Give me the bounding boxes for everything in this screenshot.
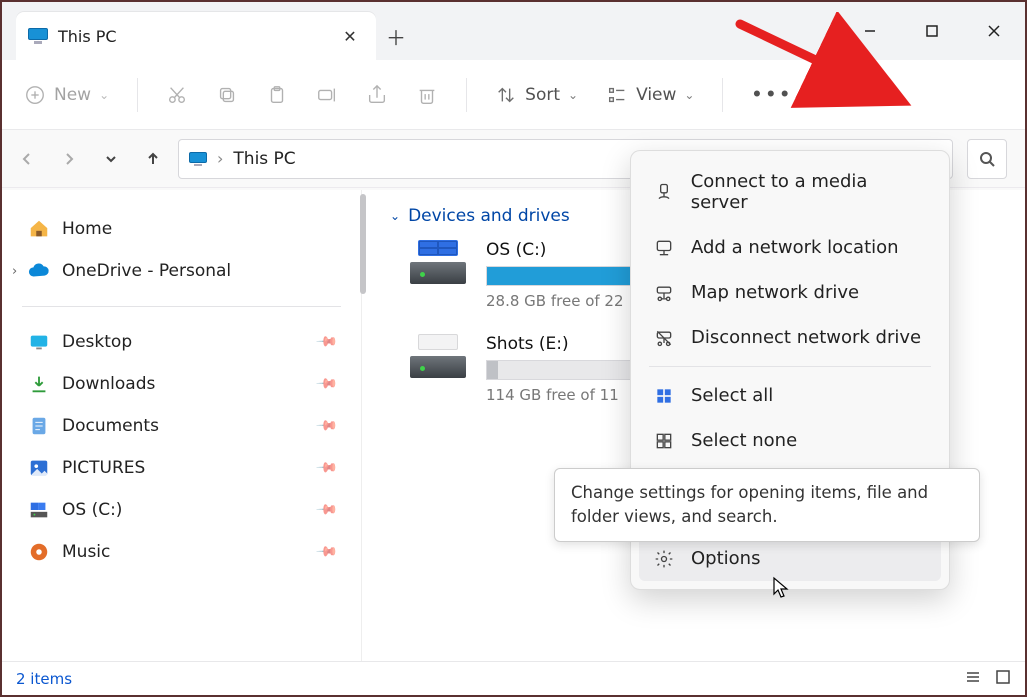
drive-icon xyxy=(410,240,466,284)
sidebar-item-desktop[interactable]: Desktop📌 xyxy=(14,321,349,363)
chevron-down-icon: ⌄ xyxy=(99,88,109,102)
this-pc-icon xyxy=(189,152,207,166)
new-tab-button[interactable]: ＋ xyxy=(376,12,416,60)
pin-icon: 📌 xyxy=(314,456,338,480)
share-button[interactable] xyxy=(366,84,388,106)
sort-icon xyxy=(495,84,517,106)
search-button[interactable] xyxy=(967,139,1007,179)
back-button[interactable] xyxy=(16,151,38,167)
pin-icon: 📌 xyxy=(314,372,338,396)
more-button[interactable]: ••• xyxy=(751,85,793,105)
tab-title: This PC xyxy=(58,27,326,46)
maximize-button[interactable] xyxy=(901,9,963,53)
cursor-icon xyxy=(772,576,792,604)
chevron-down-icon: ⌄ xyxy=(684,88,694,102)
sidebar-item-downloads[interactable]: Downloads📌 xyxy=(14,363,349,405)
select-all-icon xyxy=(653,386,675,406)
details-view-icon[interactable] xyxy=(965,669,981,689)
chevron-down-icon: ⌄ xyxy=(568,88,578,102)
options-tooltip: Change settings for opening items, file … xyxy=(554,468,980,542)
picture-icon xyxy=(28,457,50,479)
drive-icon xyxy=(28,499,50,521)
navigation-pane: Home › OneDrive - Personal Desktop📌 Down… xyxy=(2,190,362,661)
new-button[interactable]: New ⌄ xyxy=(24,84,109,106)
menu-item-map-drive[interactable]: Map network drive xyxy=(639,270,941,315)
menu-item-media-server[interactable]: Connect to a media server xyxy=(639,159,941,225)
download-icon xyxy=(28,373,50,395)
map-drive-icon xyxy=(653,283,675,303)
minimize-button[interactable] xyxy=(839,9,901,53)
title-bar: This PC ✕ ＋ xyxy=(2,2,1025,60)
rename-button[interactable] xyxy=(316,84,338,106)
close-tab-icon[interactable]: ✕ xyxy=(336,27,364,46)
this-pc-icon xyxy=(28,28,48,44)
menu-item-network-location[interactable]: Add a network location xyxy=(639,225,941,270)
command-toolbar: New ⌄ Sort ⌄ View ⌄ ••• xyxy=(2,60,1025,130)
up-button[interactable] xyxy=(142,151,164,167)
cut-button[interactable] xyxy=(166,84,188,106)
pin-icon: 📌 xyxy=(314,540,338,564)
sidebar-item-documents[interactable]: Documents📌 xyxy=(14,405,349,447)
menu-item-options[interactable]: Options xyxy=(639,536,941,581)
gear-icon xyxy=(653,549,675,569)
status-bar: 2 items xyxy=(2,661,1025,695)
view-button[interactable]: View ⌄ xyxy=(606,84,694,106)
copy-button[interactable] xyxy=(216,84,238,106)
chevron-down-icon: ⌄ xyxy=(390,209,400,223)
window-tab[interactable]: This PC ✕ xyxy=(16,12,376,60)
home-icon xyxy=(28,218,50,240)
sidebar-item-pictures[interactable]: PICTURES📌 xyxy=(14,447,349,489)
delete-button[interactable] xyxy=(416,84,438,106)
sort-button[interactable]: Sort ⌄ xyxy=(495,84,578,106)
drive-icon xyxy=(410,334,466,378)
desktop-icon xyxy=(28,331,50,353)
document-icon xyxy=(28,415,50,437)
close-window-button[interactable] xyxy=(963,9,1025,53)
pin-icon: 📌 xyxy=(314,498,338,522)
pin-icon: 📌 xyxy=(314,414,338,438)
history-chevron-icon[interactable] xyxy=(100,151,122,167)
pin-icon: 📌 xyxy=(314,330,338,354)
window-controls xyxy=(839,2,1025,60)
expand-chevron-icon[interactable]: › xyxy=(12,264,17,279)
network-location-icon xyxy=(653,238,675,258)
menu-item-disconnect-drive[interactable]: Disconnect network drive xyxy=(639,315,941,360)
view-icon xyxy=(606,84,628,106)
plus-circle-icon xyxy=(24,84,46,106)
select-none-icon xyxy=(653,431,675,451)
media-server-icon xyxy=(653,182,675,202)
music-icon xyxy=(28,541,50,563)
item-count: 2 items xyxy=(16,670,72,688)
menu-item-select-none[interactable]: Select none xyxy=(639,418,941,463)
paste-button[interactable] xyxy=(266,84,288,106)
sidebar-item-os-c[interactable]: OS (C:)📌 xyxy=(14,489,349,531)
sidebar-item-music[interactable]: Music📌 xyxy=(14,531,349,573)
thumbnails-view-icon[interactable] xyxy=(995,669,1011,689)
sidebar-item-home[interactable]: Home xyxy=(14,208,349,250)
menu-item-select-all[interactable]: Select all xyxy=(639,373,941,418)
forward-button[interactable] xyxy=(58,151,80,167)
sidebar-item-onedrive[interactable]: › OneDrive - Personal xyxy=(14,250,349,292)
cloud-icon xyxy=(28,260,50,282)
disconnect-drive-icon xyxy=(653,328,675,348)
scrollbar-thumb[interactable] xyxy=(360,194,366,294)
